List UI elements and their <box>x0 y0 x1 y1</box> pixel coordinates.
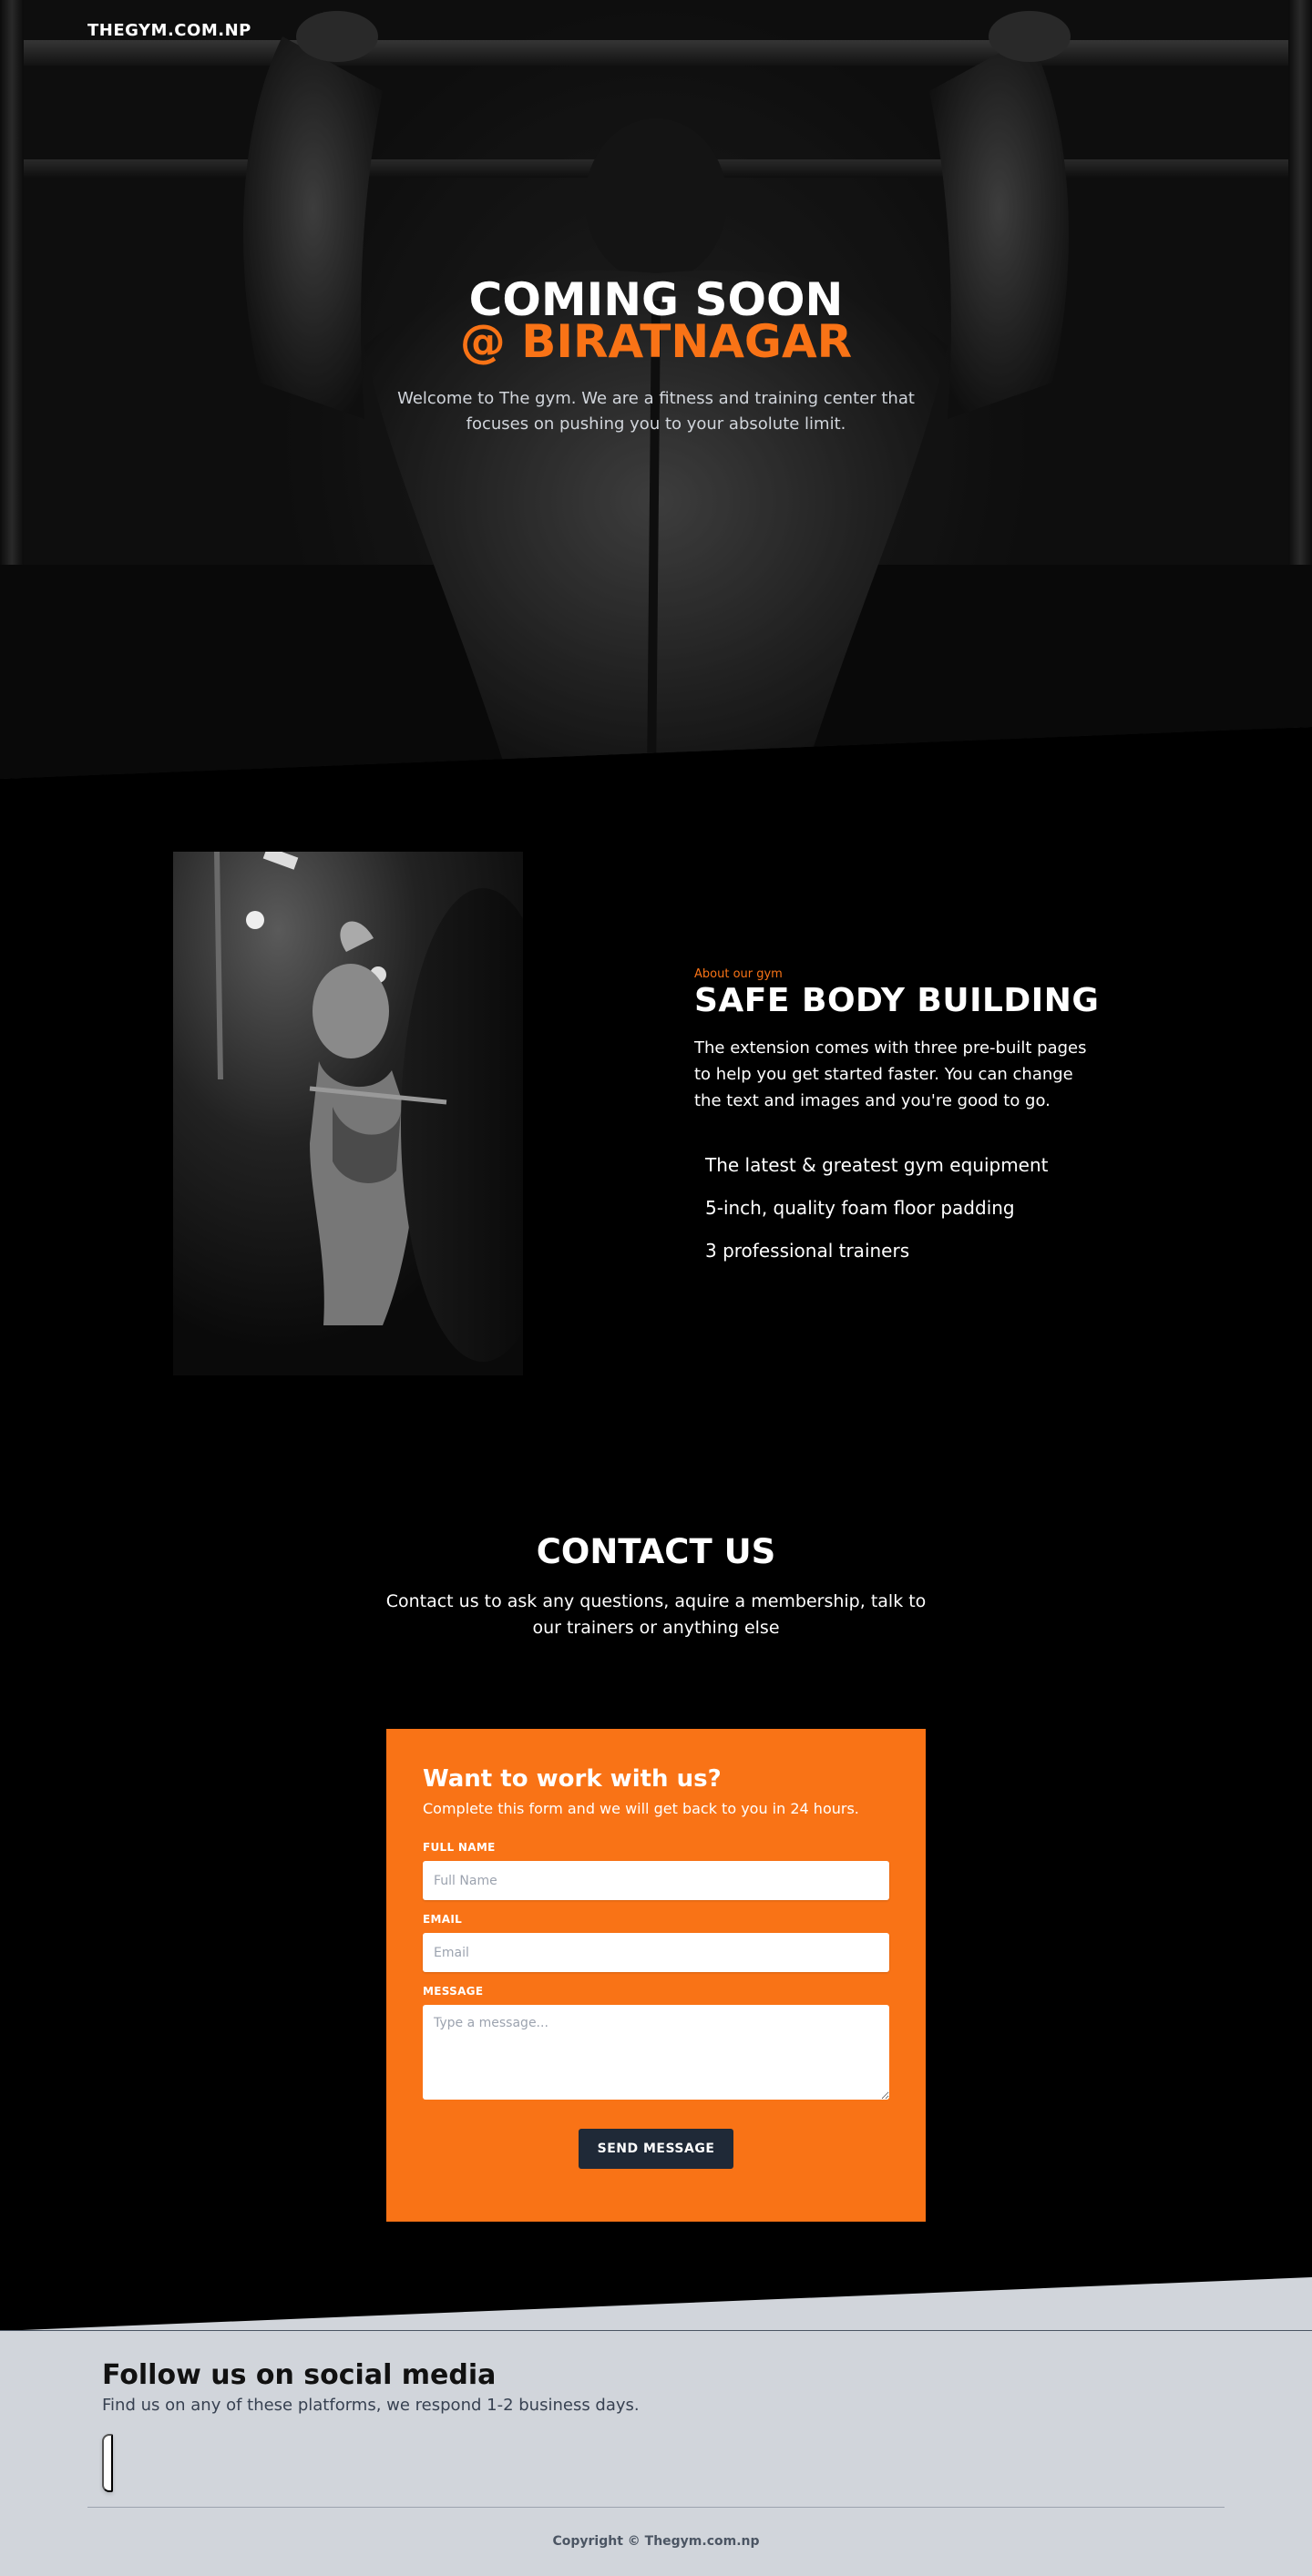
email-label: EMAIL <box>423 1913 463 1926</box>
full-name-input[interactable] <box>423 1861 889 1900</box>
footer <box>0 2277 1312 2576</box>
feature-list: The latest & greatest gym equipment 5-in… <box>705 1144 1049 1273</box>
footer-top-border <box>0 2330 1312 2331</box>
hero-description: Welcome to The gym. We are a fitness and… <box>397 389 915 434</box>
email-input[interactable] <box>423 1933 889 1972</box>
about-eyebrow-label: About our gym <box>694 967 783 981</box>
message-label: MESSAGE <box>423 1985 484 1998</box>
woman-lifting-photo <box>173 852 523 1375</box>
feature-item: The latest & greatest gym equipment <box>705 1154 1049 1176</box>
contact-form: Want to work with us? Complete this form… <box>386 1729 926 2222</box>
send-message-button[interactable]: SEND MESSAGE <box>579 2129 733 2169</box>
copyright-text: Copyright © Thegym.com.np <box>552 2534 760 2549</box>
hero-location: @ BIRATNAGAR <box>459 315 853 368</box>
form-subtitle: Complete this form and we will get back … <box>423 1800 859 1817</box>
contact-title: CONTACT US <box>536 1532 776 1571</box>
about-title: SAFE BODY BUILDING <box>694 982 1100 1019</box>
full-name-label: FULL NAME <box>423 1841 496 1854</box>
social-link-button[interactable] <box>102 2434 113 2492</box>
footer-divider <box>87 2507 1225 2508</box>
social-description: Find us on any of these platforms, we re… <box>102 2396 640 2415</box>
social-title: Follow us on social media <box>102 2359 497 2391</box>
contact-description: Contact us to ask any questions, aquire … <box>385 1591 927 1638</box>
brand-logo-link[interactable]: THEGYM.COM.NP <box>87 21 251 40</box>
form-title: Want to work with us? <box>423 1765 722 1793</box>
feature-item: 5-inch, quality foam floor padding <box>705 1197 1015 1219</box>
about-description: The extension comes with three pre-built… <box>694 1038 1087 1110</box>
message-textarea[interactable] <box>423 2005 889 2100</box>
feature-item: 3 professional trainers <box>705 1240 910 1262</box>
